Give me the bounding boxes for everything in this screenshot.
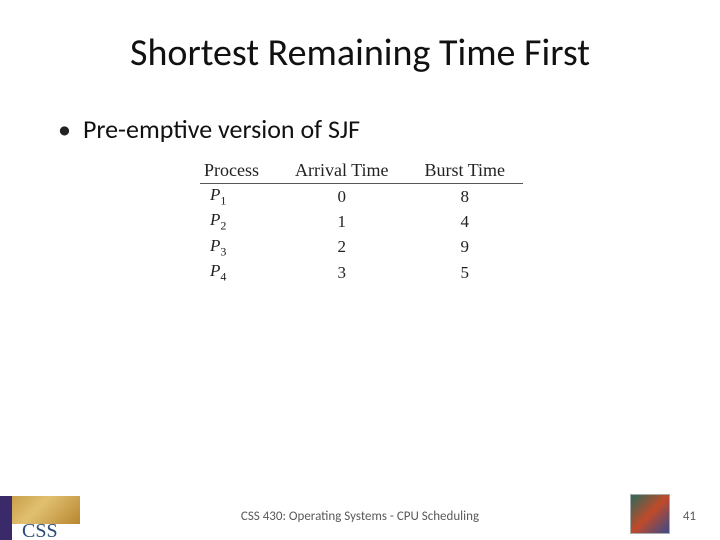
col-process: Process [200, 158, 277, 184]
cell-arrival: 3 [277, 260, 407, 285]
uwb-css-logo: CSS [0, 496, 80, 540]
col-burst: Burst Time [407, 158, 524, 184]
textbook-thumbnail-icon [630, 494, 670, 534]
cell-burst: 9 [407, 235, 524, 260]
bullet-marker: • [58, 116, 71, 142]
table-row: P3 2 9 [200, 235, 523, 260]
cell-process: P2 [200, 209, 277, 234]
slide-title: Shortest Remaining Time First [0, 30, 720, 76]
table-row: P2 1 4 [200, 209, 523, 234]
cell-burst: 5 [407, 260, 524, 285]
logo-bar [0, 496, 12, 540]
footer-text: CSS 430: Operating Systems - CPU Schedul… [0, 509, 720, 524]
process-table: Process Arrival Time Burst Time P1 0 8 P… [200, 158, 523, 286]
cell-burst: 8 [407, 184, 524, 210]
cell-arrival: 1 [277, 209, 407, 234]
slide: Shortest Remaining Time First • Pre-empt… [0, 0, 720, 540]
bullet-text: Pre-emptive version of SJF [83, 113, 360, 145]
cell-arrival: 0 [277, 184, 407, 210]
table-header-row: Process Arrival Time Burst Time [200, 158, 523, 184]
cell-process: P4 [200, 260, 277, 285]
table-row: P4 3 5 [200, 260, 523, 285]
cell-burst: 4 [407, 209, 524, 234]
logo-text: CSS [22, 520, 58, 540]
page-number: 41 [683, 509, 696, 524]
bullet-row: • Pre-emptive version of SJF [58, 113, 360, 145]
cell-process: P1 [200, 184, 277, 210]
table-row: P1 0 8 [200, 184, 523, 210]
col-arrival: Arrival Time [277, 158, 407, 184]
cell-arrival: 2 [277, 235, 407, 260]
cell-process: P3 [200, 235, 277, 260]
